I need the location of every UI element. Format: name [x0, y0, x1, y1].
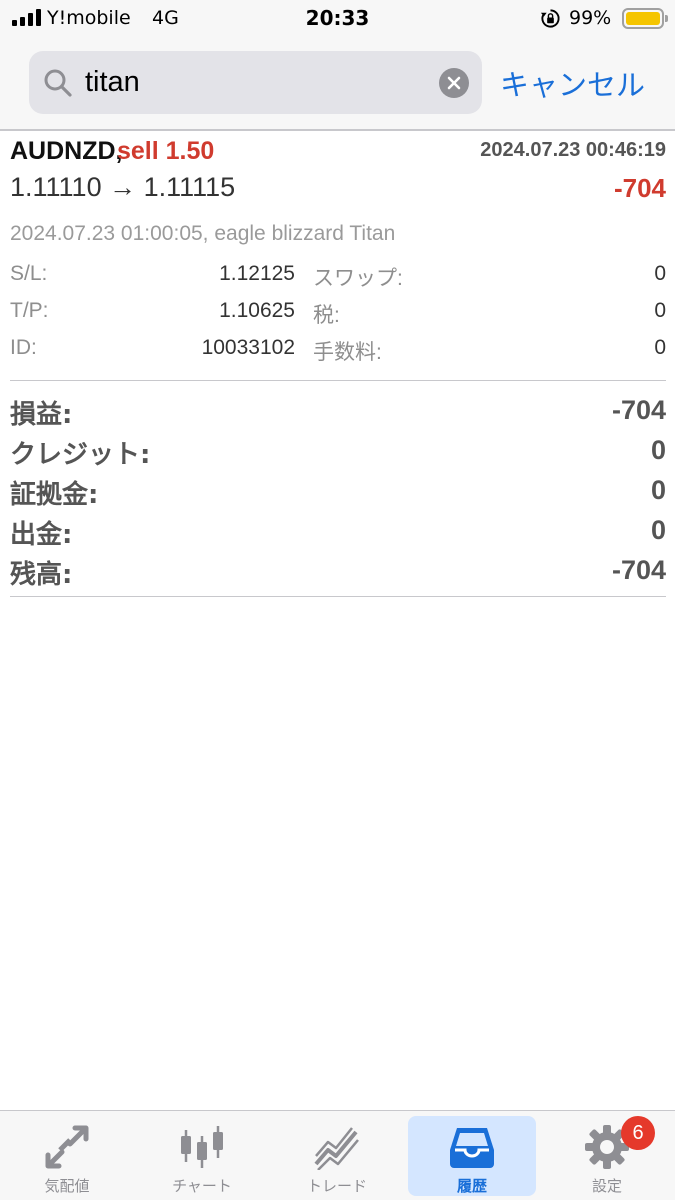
swap-value: 0 [654, 262, 666, 285]
search-input[interactable] [85, 51, 425, 114]
clear-search-icon[interactable] [439, 68, 469, 98]
tab-quotes[interactable]: 気配値 [3, 1116, 131, 1196]
commission-label: 手数料: [313, 341, 382, 364]
id-label: ID: [10, 336, 37, 359]
trade-chart-icon [314, 1127, 359, 1170]
divider [10, 596, 666, 597]
cancel-button[interactable]: キャンセル [500, 62, 645, 104]
swap-label: スワップ: [313, 267, 403, 290]
summary-profit-label: 損益: [10, 400, 73, 430]
summary-profit-value: -704 [611, 395, 666, 425]
tab-trade[interactable]: トレード [273, 1116, 401, 1196]
candlestick-chart-icon [181, 1126, 223, 1168]
tab-label: 履歴 [456, 1177, 487, 1195]
deal-side-volume: sell 1.50 [117, 137, 215, 165]
battery-percent: 99% [569, 7, 612, 29]
tab-label: チャート [172, 1177, 232, 1195]
orientation-lock-icon [540, 9, 560, 28]
battery-icon [622, 8, 668, 29]
deal-open-time: 2024.07.23 00:46:19 [480, 139, 666, 161]
summary-deposit-label: 証拠金: [10, 480, 99, 510]
history-inbox-icon [450, 1128, 494, 1168]
deal-symbol: AUDNZD, [10, 137, 123, 165]
summary-credit-label: クレジット: [10, 440, 151, 470]
commission-value: 0 [654, 336, 666, 359]
tab-label: 設定 [591, 1177, 622, 1195]
tab-chart[interactable]: チャート [138, 1116, 266, 1196]
summary-deposit-value: 0 [650, 475, 666, 505]
id-value: 10033102 [201, 336, 295, 359]
tab-label: トレード [306, 1177, 367, 1195]
summary-credit-value: 0 [650, 435, 666, 465]
divider [10, 380, 666, 381]
tax-label: 税: [313, 304, 340, 327]
sl-label: S/L: [10, 262, 48, 285]
tab-history[interactable]: 履歴 [408, 1116, 536, 1196]
quotes-arrows-icon [45, 1125, 89, 1169]
deal-comment: 2024.07.23 01:00:05, eagle blizzard Tita… [10, 222, 396, 245]
summary-withdrawal-value: 0 [650, 515, 666, 545]
header: Y!mobile 4G 20:33 99% キャンセル [0, 0, 675, 131]
sl-value: 1.12125 [219, 262, 295, 285]
tax-value: 0 [654, 299, 666, 322]
deal-prices: 1.11110 → 1.11115 [10, 172, 236, 202]
deal-profit: -704 [613, 173, 666, 203]
tab-label: 気配値 [44, 1177, 90, 1195]
search-bar[interactable] [29, 51, 482, 114]
status-bar: Y!mobile 4G 20:33 99% [0, 0, 675, 38]
tp-value: 1.10625 [219, 299, 295, 322]
summary-withdrawal-label: 出金: [10, 520, 73, 550]
settings-badge: 6 [621, 1116, 655, 1150]
summary-balance-value: -704 [611, 555, 666, 585]
tab-bar: 気配値 チャート トレード 履歴 設定 [0, 1110, 675, 1200]
search-icon [44, 69, 72, 97]
summary-balance-label: 残高: [10, 560, 73, 590]
tp-label: T/P: [10, 299, 49, 322]
